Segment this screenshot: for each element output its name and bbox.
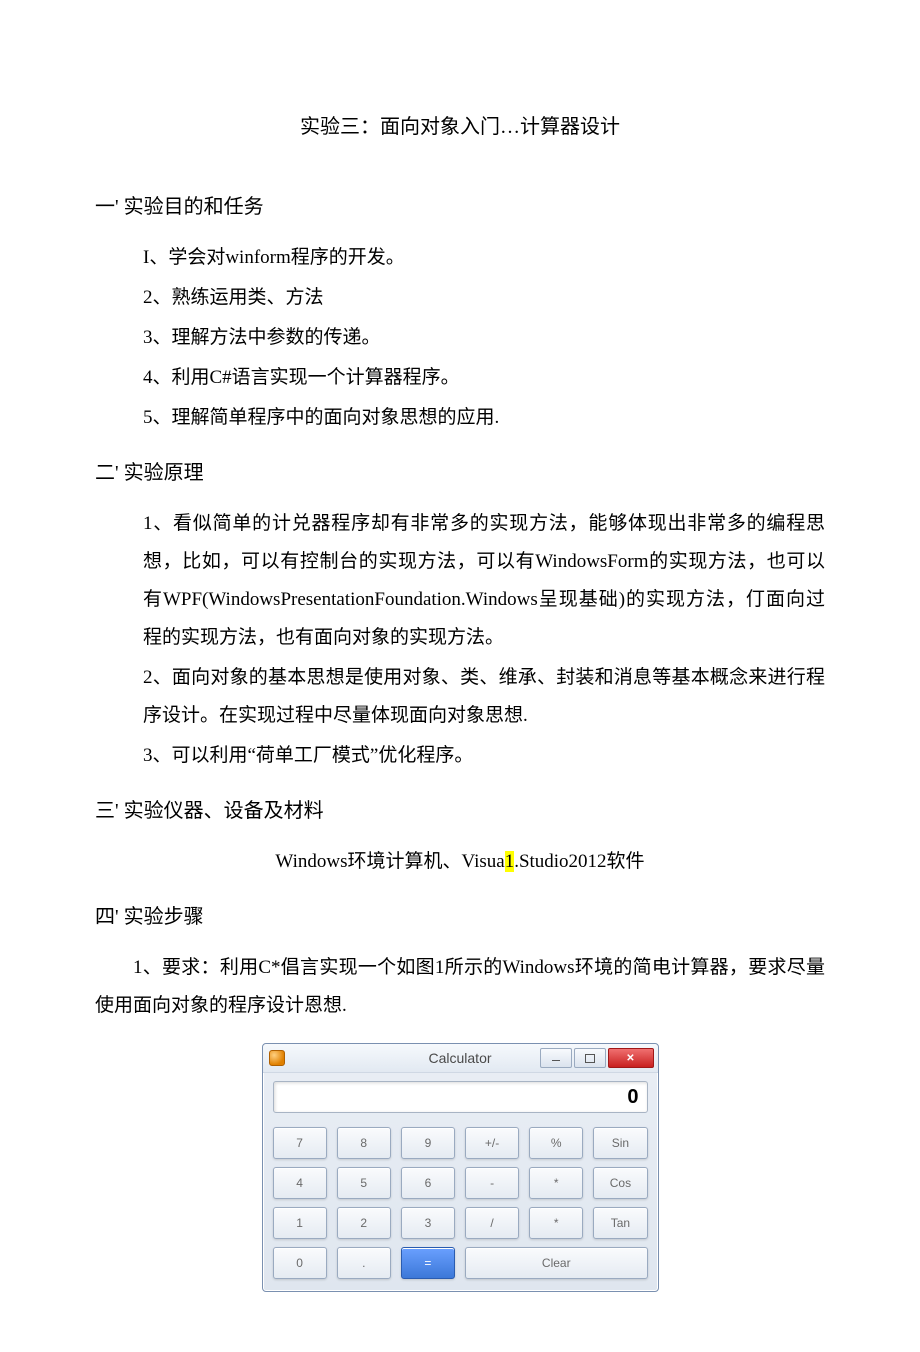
key-sin[interactable]: Sin <box>593 1127 647 1159</box>
key-8[interactable]: 8 <box>337 1127 391 1159</box>
page-title: 实验三：面向对象入门…计算器设计 <box>95 110 825 139</box>
close-button[interactable]: ✕ <box>608 1048 654 1068</box>
key-0[interactable]: 0 <box>273 1247 327 1279</box>
key-minus[interactable]: - <box>465 1167 519 1199</box>
env-highlight: 1 <box>505 851 515 872</box>
key-7[interactable]: 7 <box>273 1127 327 1159</box>
s2-para-3: 3、可以利用“荷单工厂模式”优化程序。 <box>95 737 825 775</box>
key-4[interactable]: 4 <box>273 1167 327 1199</box>
env-text-b: .Studio2012软件 <box>514 851 644 872</box>
section-1-heading: 一' 实验目的和任务 <box>95 189 825 225</box>
key-equals[interactable]: = <box>401 1247 455 1279</box>
maximize-icon <box>585 1054 595 1063</box>
s1-item-3: 3、理解方法中参数的传递。 <box>95 319 825 357</box>
close-icon: ✕ <box>626 1053 634 1064</box>
s1-item-5: 5、理解简单程序中的面向对象思想的应用. <box>95 399 825 437</box>
calculator-display[interactable]: 0 <box>273 1081 648 1113</box>
key-tan[interactable]: Tan <box>593 1207 647 1239</box>
key-percent[interactable]: % <box>529 1127 583 1159</box>
minimize-icon <box>552 1060 560 1061</box>
s3-env-line: Windows环境计算机、Visua1.Studio2012软件 <box>95 843 825 881</box>
window-controls: ✕ <box>540 1048 654 1068</box>
maximize-button[interactable] <box>574 1048 606 1068</box>
keypad: 7 8 9 +/- % Sin 4 5 6 - * Cos 1 2 3 <box>273 1127 648 1279</box>
key-3[interactable]: 3 <box>401 1207 455 1239</box>
section-4-heading: 四' 实验步骤 <box>95 899 825 935</box>
s4-para-1-line1: 1、要求：利用C*倡言实现一个如图1所示的Windows环境的简电计算器，要求尽… <box>95 949 825 1025</box>
key-multiply[interactable]: * <box>529 1167 583 1199</box>
env-text-a: Windows环境计算机、Visua <box>275 851 504 872</box>
key-plusminus[interactable]: +/- <box>465 1127 519 1159</box>
section-3-heading: 三' 实验仪器、设备及材料 <box>95 793 825 829</box>
document-page: 实验三：面向对象入门…计算器设计 一' 实验目的和任务 I、学会对winform… <box>0 0 920 1352</box>
minimize-button[interactable] <box>540 1048 572 1068</box>
s2-para-2: 2、面向对象的基本思想是使用对象、类、维承、封装和消息等基本概念来进行程序设计。… <box>95 659 825 735</box>
app-icon <box>269 1050 285 1066</box>
key-multiply-2[interactable]: * <box>529 1207 583 1239</box>
s1-item-1: I、学会对winform程序的开发。 <box>95 239 825 277</box>
key-6[interactable]: 6 <box>401 1167 455 1199</box>
key-2[interactable]: 2 <box>337 1207 391 1239</box>
key-divide[interactable]: / <box>465 1207 519 1239</box>
s1-item-4: 4、利用C#语言实现一个计算器程序。 <box>95 359 825 397</box>
calculator-window: Calculator ✕ 0 7 8 9 +/- % Sin <box>262 1043 659 1292</box>
titlebar: Calculator ✕ <box>263 1044 658 1073</box>
key-dot[interactable]: . <box>337 1247 391 1279</box>
key-clear[interactable]: Clear <box>465 1247 648 1279</box>
calculator-body: 0 7 8 9 +/- % Sin 4 5 6 - * Cos <box>263 1073 658 1291</box>
s4-p1-text: 1、要求：利用C*倡言实现一个如图1所示的Windows环境的简电计算器，要求尽… <box>95 957 825 1016</box>
s2-para-1: 1、看似简单的计兑器程序却有非常多的实现方法，能够体现出非常多的编程思想，比如，… <box>95 505 825 657</box>
section-2-heading: 二' 实验原理 <box>95 455 825 491</box>
key-9[interactable]: 9 <box>401 1127 455 1159</box>
key-5[interactable]: 5 <box>337 1167 391 1199</box>
key-1[interactable]: 1 <box>273 1207 327 1239</box>
calculator-figure: Calculator ✕ 0 7 8 9 +/- % Sin <box>95 1043 825 1292</box>
key-cos[interactable]: Cos <box>593 1167 647 1199</box>
s1-item-2: 2、熟练运用类、方法 <box>95 279 825 317</box>
